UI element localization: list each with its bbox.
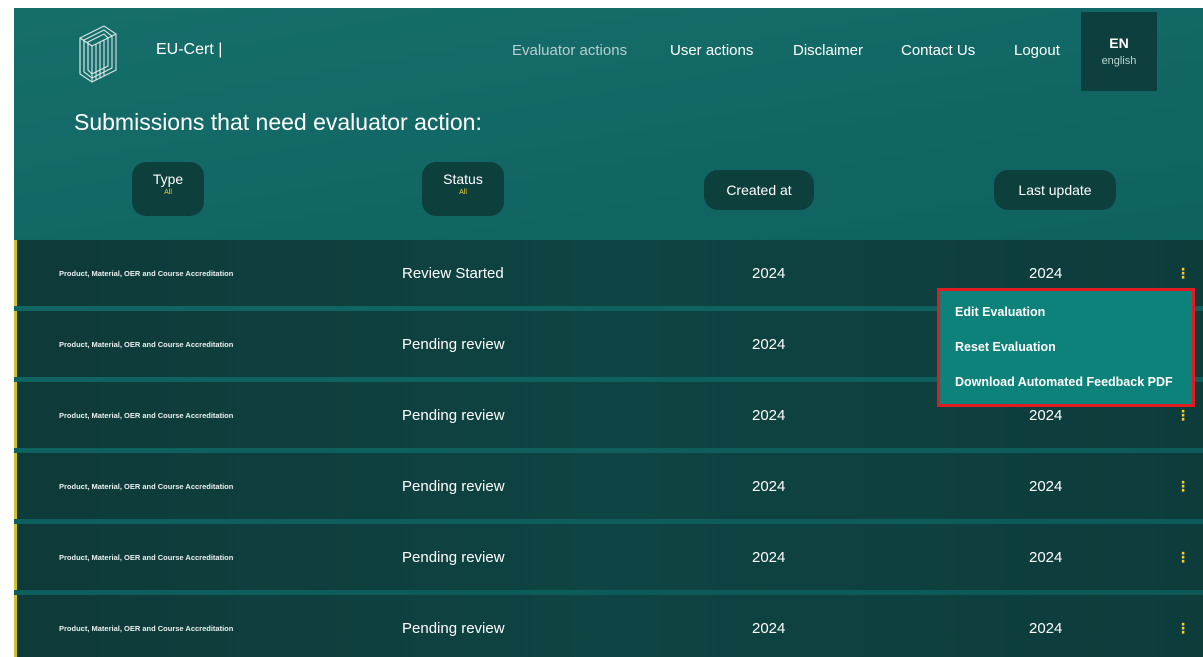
nav-disclaimer[interactable]: Disclaimer	[793, 42, 863, 59]
reset-evaluation-menu-item[interactable]: Reset Evaluation	[955, 330, 1192, 365]
row-type: Product, Material, OER and Course Accred…	[59, 623, 234, 633]
row-created: 2024	[752, 406, 786, 424]
row-actions-menu: Edit Evaluation Reset Evaluation Downloa…	[937, 288, 1195, 407]
nav-user-actions[interactable]: User actions	[670, 42, 753, 59]
row-status: Pending review	[402, 619, 505, 637]
table-row[interactable]: Product, Material, OER and Course Accred…	[14, 524, 1203, 590]
row-created: 2024	[752, 548, 786, 566]
row-updated: 2024	[1029, 619, 1063, 637]
language-name: english	[1101, 55, 1137, 67]
row-status: Pending review	[402, 548, 505, 566]
eu-cert-logo[interactable]	[76, 22, 120, 86]
created-at-sort-button[interactable]: Created at	[704, 170, 814, 210]
page-title: Submissions that need evaluator action:	[74, 109, 482, 135]
row-created: 2024	[752, 619, 786, 637]
row-type: Product, Material, OER and Course Accred…	[59, 339, 234, 349]
more-vertical-icon[interactable]: ⋮	[1176, 524, 1190, 590]
status-column-label: Status	[443, 171, 483, 187]
row-type: Product, Material, OER and Course Accred…	[59, 410, 234, 420]
type-filter-value: All	[164, 189, 172, 196]
row-type: Product, Material, OER and Course Accred…	[59, 268, 234, 278]
row-status: Pending review	[402, 477, 505, 495]
row-created: 2024	[752, 335, 786, 353]
table-row[interactable]: Product, Material, OER and Course Accred…	[14, 453, 1203, 519]
row-updated: 2024	[1029, 477, 1063, 495]
nav-evaluator-actions[interactable]: Evaluator actions	[512, 42, 627, 59]
nav-logout[interactable]: Logout	[1014, 42, 1060, 59]
type-filter-button[interactable]: Type All	[132, 162, 204, 216]
more-vertical-icon[interactable]: ⋮	[1176, 453, 1190, 519]
status-filter-button[interactable]: Status All	[422, 162, 504, 216]
row-status: Review Started	[402, 264, 504, 282]
app-window: EU-Cert | Evaluator actions User actions…	[14, 8, 1203, 657]
last-update-sort-button[interactable]: Last update	[994, 170, 1116, 210]
download-feedback-pdf-menu-item[interactable]: Download Automated Feedback PDF	[955, 365, 1192, 400]
row-created: 2024	[752, 264, 786, 282]
row-updated: 2024	[1029, 548, 1063, 566]
row-created: 2024	[752, 477, 786, 495]
table-row[interactable]: Product, Material, OER and Course Accred…	[14, 595, 1203, 657]
brand-name: EU-Cert |	[156, 41, 223, 58]
status-filter-value: All	[459, 189, 467, 196]
language-selector[interactable]: EN english	[1081, 12, 1157, 91]
more-vertical-icon[interactable]: ⋮	[1176, 595, 1190, 657]
type-column-label: Type	[152, 171, 184, 187]
row-status: Pending review	[402, 406, 505, 424]
nav-contact-us[interactable]: Contact Us	[901, 42, 975, 59]
row-status: Pending review	[402, 335, 505, 353]
language-code: EN	[1109, 35, 1129, 51]
row-type: Product, Material, OER and Course Accred…	[59, 552, 234, 562]
edit-evaluation-menu-item[interactable]: Edit Evaluation	[955, 295, 1192, 330]
row-type: Product, Material, OER and Course Accred…	[59, 481, 234, 491]
